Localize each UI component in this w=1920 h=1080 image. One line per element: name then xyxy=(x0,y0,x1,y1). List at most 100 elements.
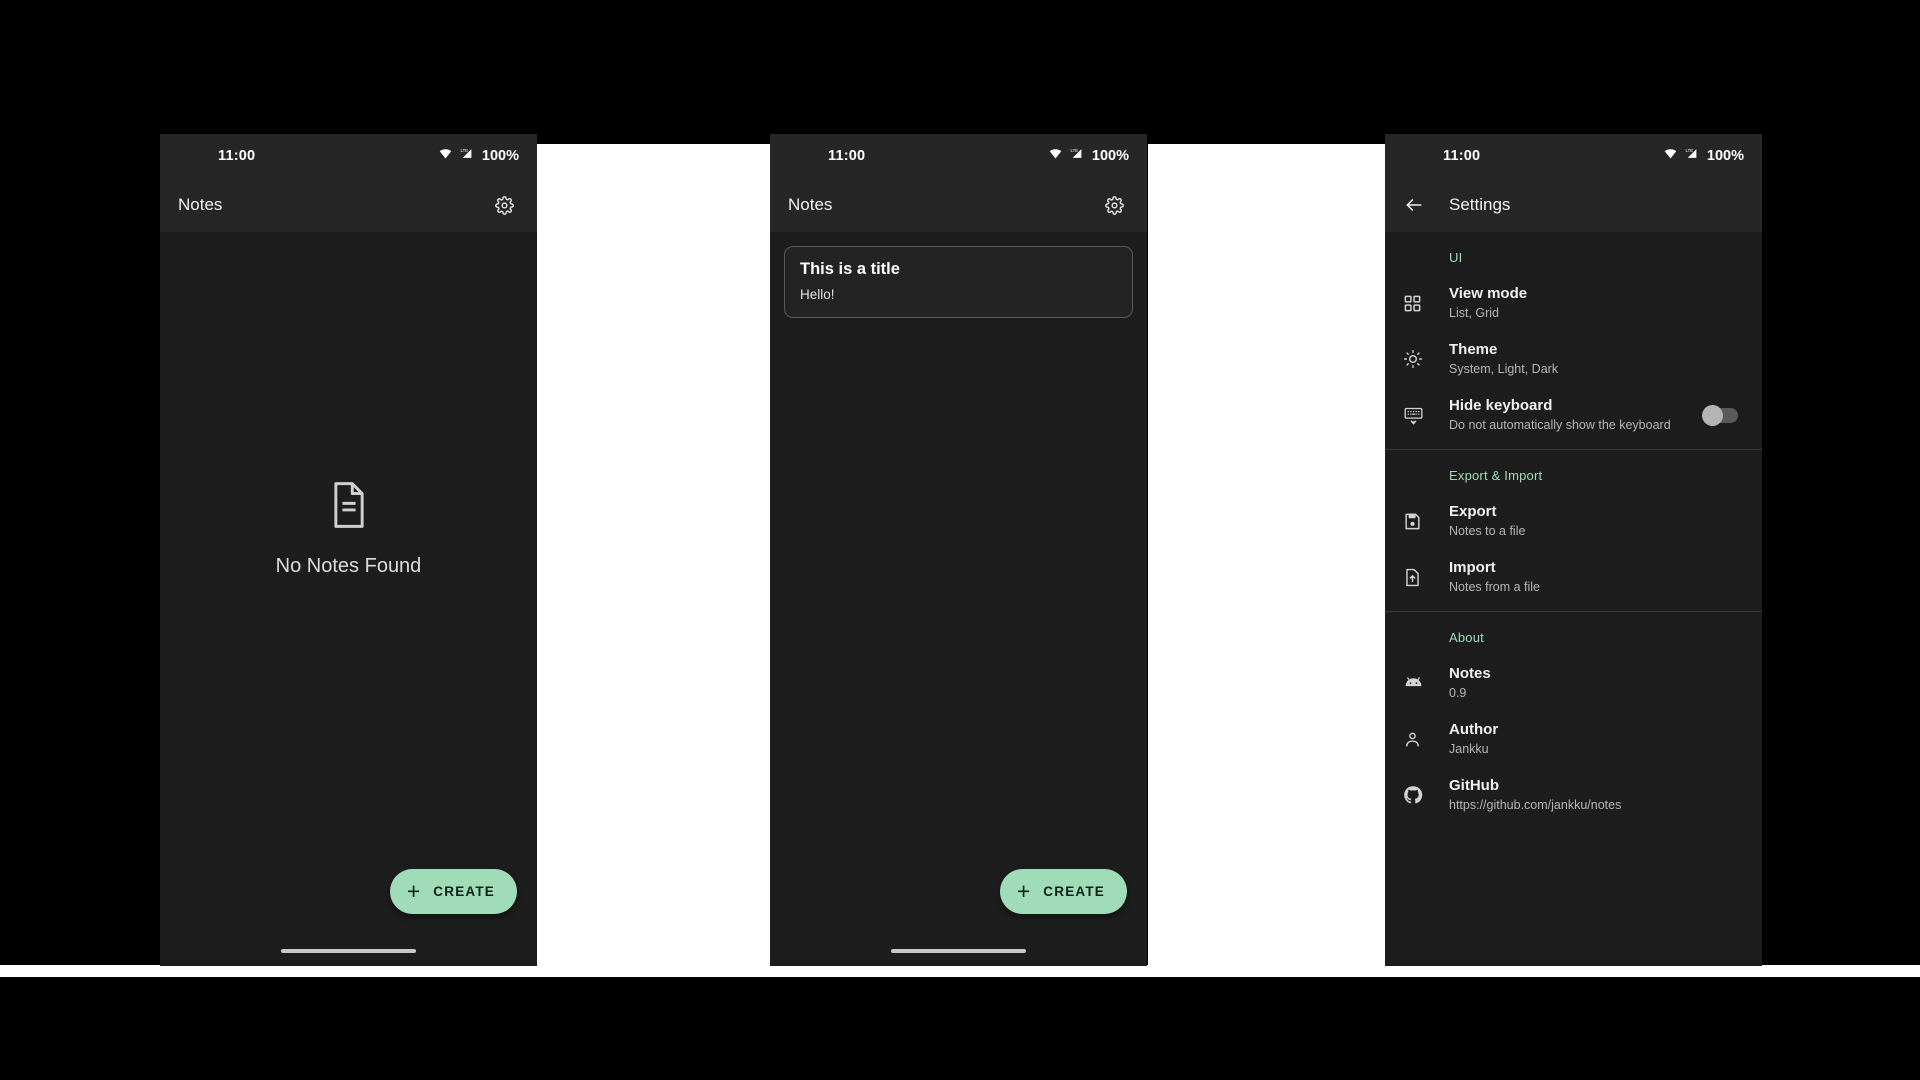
lte-signal-icon: LTE xyxy=(458,147,475,165)
status-icons: LTE 100% xyxy=(1663,147,1744,165)
github-icon xyxy=(1403,785,1449,805)
pref-hide-keyboard[interactable]: Hide keyboard Do not automatically show … xyxy=(1385,387,1762,443)
wifi-icon xyxy=(1663,147,1678,165)
notes-list-area: This is a title Hello! + CREATE xyxy=(770,232,1147,966)
svg-text:LTE: LTE xyxy=(1685,148,1693,153)
section-header-ui: UI xyxy=(1449,250,1463,265)
pref-summary: Jankku xyxy=(1449,742,1489,757)
plus-icon: + xyxy=(406,878,421,904)
pref-title: GitHub xyxy=(1449,776,1499,794)
person-icon xyxy=(1403,730,1449,749)
pref-import[interactable]: Import Notes from a file xyxy=(1385,549,1762,605)
lte-signal-icon: LTE xyxy=(1068,147,1085,165)
pref-title: Author xyxy=(1449,720,1499,738)
pref-view-mode[interactable]: View mode List, Grid xyxy=(1385,275,1762,331)
create-note-fab[interactable]: + CREATE xyxy=(389,869,517,914)
fab-label: CREATE xyxy=(433,884,495,899)
notes-list-area: No Notes Found + CREATE xyxy=(160,232,537,966)
pref-title: Hide keyboard xyxy=(1449,396,1553,414)
brightness-sun-icon xyxy=(1403,349,1449,369)
app-bar: Notes xyxy=(160,178,537,232)
keyboard-hide-icon xyxy=(1403,405,1449,426)
pref-text: Notes 0.9 xyxy=(1449,665,1744,702)
gap-panel-left xyxy=(537,144,772,965)
pref-theme[interactable]: Theme System, Light, Dark xyxy=(1385,331,1762,387)
status-time: 11:00 xyxy=(828,148,866,164)
pref-text: View mode List, Grid xyxy=(1449,285,1744,322)
pref-title: Notes xyxy=(1449,664,1491,682)
pref-title: View mode xyxy=(1449,284,1528,302)
pref-summary: System, Light, Dark xyxy=(1449,362,1559,377)
pref-summary: https://github.com/jankku/notes xyxy=(1449,798,1622,813)
pref-text: Theme System, Light, Dark xyxy=(1449,341,1744,378)
section-header-about: About xyxy=(1449,630,1484,645)
pref-text: Author Jankku xyxy=(1449,721,1744,758)
arrow-back-icon[interactable] xyxy=(1399,190,1429,220)
battery-percentage: 100% xyxy=(1091,148,1129,164)
svg-text:LTE: LTE xyxy=(1070,148,1078,153)
pref-export[interactable]: Export Notes to a file xyxy=(1385,493,1762,549)
empty-state: No Notes Found xyxy=(160,482,537,578)
pref-summary: Do not automatically show the keyboard xyxy=(1449,418,1671,433)
status-bar: 11:00 LTE 100% xyxy=(1385,134,1762,178)
toggle-knob xyxy=(1702,404,1723,426)
note-list: This is a title Hello! xyxy=(770,232,1147,318)
section-header-export-import: Export & Import xyxy=(1449,468,1543,483)
save-floppy-icon xyxy=(1403,512,1449,531)
android-icon xyxy=(1403,673,1449,694)
status-icons: LTE 100% xyxy=(438,147,519,165)
pref-summary: List, Grid xyxy=(1449,306,1500,321)
hide-keyboard-toggle[interactable] xyxy=(1702,404,1738,426)
pref-summary: 0.9 xyxy=(1449,686,1467,701)
pref-title: Import xyxy=(1449,558,1496,576)
create-note-fab[interactable]: + CREATE xyxy=(999,869,1127,914)
note-card[interactable]: This is a title Hello! xyxy=(784,246,1133,318)
phone-screen-notes-empty: 11:00 LTE 100% Notes No Notes Found + CR… xyxy=(160,134,537,966)
pref-title: Theme xyxy=(1449,340,1498,358)
page-title: Notes xyxy=(788,195,833,214)
phone-screen-notes-list: 11:00 LTE 100% Notes This is a title Hel… xyxy=(770,134,1147,966)
svg-text:LTE: LTE xyxy=(460,148,468,153)
screenshot-canvas: 11:00 LTE 100% Notes No Notes Found + CR… xyxy=(0,0,1920,1080)
phone-screen-settings: 11:00 LTE 100% Settings UI View mode Lis… xyxy=(1385,134,1762,966)
status-bar: 11:00 LTE 100% xyxy=(770,134,1147,178)
gear-icon[interactable] xyxy=(489,190,519,220)
status-time: 11:00 xyxy=(218,148,256,164)
pref-author[interactable]: Author Jankku xyxy=(1385,711,1762,767)
pref-github[interactable]: GitHub https://github.com/jankku/notes xyxy=(1385,767,1762,823)
gesture-navigation-bar xyxy=(160,936,537,966)
status-icons: LTE 100% xyxy=(1048,147,1129,165)
pref-app-version[interactable]: Notes 0.9 xyxy=(1385,655,1762,711)
empty-state-label: No Notes Found xyxy=(275,555,422,577)
grid-view-icon xyxy=(1403,294,1449,313)
wifi-icon xyxy=(438,147,453,165)
gesture-pill[interactable] xyxy=(891,949,1026,953)
page-title: Notes xyxy=(178,195,223,214)
pref-summary: Notes to a file xyxy=(1449,524,1526,539)
page-title: Settings xyxy=(1449,195,1511,214)
note-body: Hello! xyxy=(800,287,835,302)
file-upload-icon xyxy=(1403,568,1449,587)
pref-text: Hide keyboard Do not automatically show … xyxy=(1449,397,1704,434)
fab-label: CREATE xyxy=(1043,884,1105,899)
pref-text: Export Notes to a file xyxy=(1449,503,1744,540)
pref-text: GitHub https://github.com/jankku/notes xyxy=(1449,777,1744,814)
app-bar: Notes xyxy=(770,178,1147,232)
pref-summary: Notes from a file xyxy=(1449,580,1541,595)
pref-text: Import Notes from a file xyxy=(1449,559,1744,596)
bottom-white-strip xyxy=(0,965,1920,977)
app-bar: Settings xyxy=(1385,178,1762,232)
battery-percentage: 100% xyxy=(1706,148,1744,164)
lte-signal-icon: LTE xyxy=(1683,147,1700,165)
settings-list: UI View mode List, Grid Theme System, Li… xyxy=(1385,232,1762,966)
status-time: 11:00 xyxy=(1443,148,1481,164)
gap-panel-right xyxy=(1148,144,1386,965)
document-icon xyxy=(329,482,369,533)
gear-icon[interactable] xyxy=(1099,190,1129,220)
status-bar: 11:00 LTE 100% xyxy=(160,134,537,178)
note-title: This is a title xyxy=(800,260,900,278)
gesture-navigation-bar xyxy=(770,936,1147,966)
wifi-icon xyxy=(1048,147,1063,165)
pref-title: Export xyxy=(1449,502,1497,520)
gesture-pill[interactable] xyxy=(281,949,416,953)
